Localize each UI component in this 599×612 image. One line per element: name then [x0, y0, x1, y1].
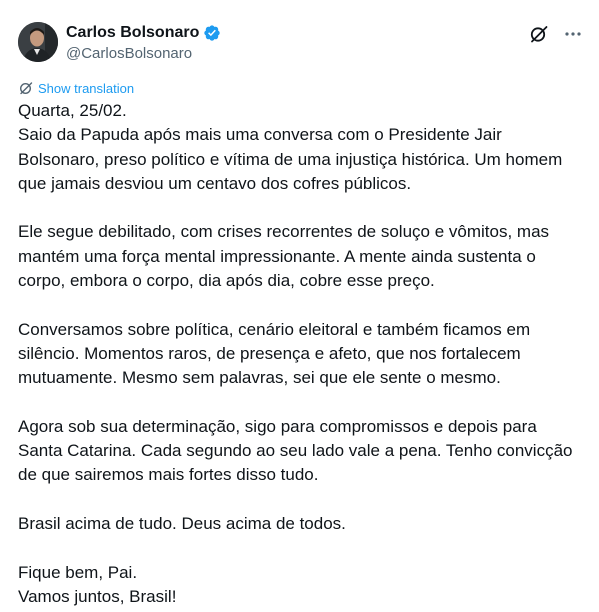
tweet-text-line: de que sairemos mais fortes disso tudo. [18, 465, 319, 485]
tweet-text-line: Quarta, 25/02. [18, 101, 127, 120]
tweet: Carlos Bolsonaro @CarlosBolsonaro Show t… [0, 0, 599, 612]
author-display-name[interactable]: Carlos Bolsonaro [66, 24, 199, 42]
tweet-text-line: silêncio. Momentos raros, de presença e … [18, 343, 521, 363]
more-options-icon[interactable] [563, 24, 583, 44]
tweet-text-line: mantém uma força mental impressionante. … [18, 246, 536, 266]
tweet-text-line: Fique bem, Pai. [18, 562, 138, 582]
author-handle[interactable]: @CarlosBolsonaro [66, 45, 221, 62]
translate-icon [18, 80, 34, 96]
tweet-text-line: Brasil acima de tudo. Deus acima de todo… [18, 514, 346, 534]
grok-icon[interactable] [529, 24, 549, 44]
tweet-text-line: Vamos juntos, Brasil! [18, 586, 177, 606]
avatar[interactable] [18, 22, 58, 62]
author-info: Carlos Bolsonaro @CarlosBolsonaro [66, 22, 221, 62]
show-translation-link[interactable]: Show translation [18, 80, 134, 96]
tweet-text-line: Ele segue debilitado, com crises recorre… [18, 222, 550, 242]
tweet-header: Carlos Bolsonaro @CarlosBolsonaro [18, 20, 583, 64]
tweet-text-line: Agora sob sua determinação, sigo para co… [18, 416, 537, 436]
tweet-text-line: Conversamos sobre política, cenário elei… [18, 319, 531, 339]
author-name-row: Carlos Bolsonaro [66, 22, 221, 44]
header-actions [529, 24, 583, 44]
avatar-photo [18, 22, 58, 62]
tweet-text-line: que jamais desviou um centavo dos cofres… [18, 173, 412, 193]
show-translation-label: Show translation [38, 80, 135, 96]
tweet-text-line: Saio da Papuda após mais uma conversa co… [18, 125, 502, 145]
tweet-text-line: Bolsonaro, preso político e vítima de um… [18, 149, 563, 169]
tweet-text-line: corpo, embora o corpo, dia após dia, cob… [18, 271, 435, 291]
verified-badge-icon [203, 24, 221, 42]
tweet-text: Quarta, 25/02. Saio da Papuda após mais u… [18, 99, 588, 609]
tweet-text-line: mutuamente. Mesmo sem palavras, sei que … [18, 368, 501, 388]
tweet-text-line: Santa Catarina. Cada segundo ao seu lado… [18, 441, 573, 461]
